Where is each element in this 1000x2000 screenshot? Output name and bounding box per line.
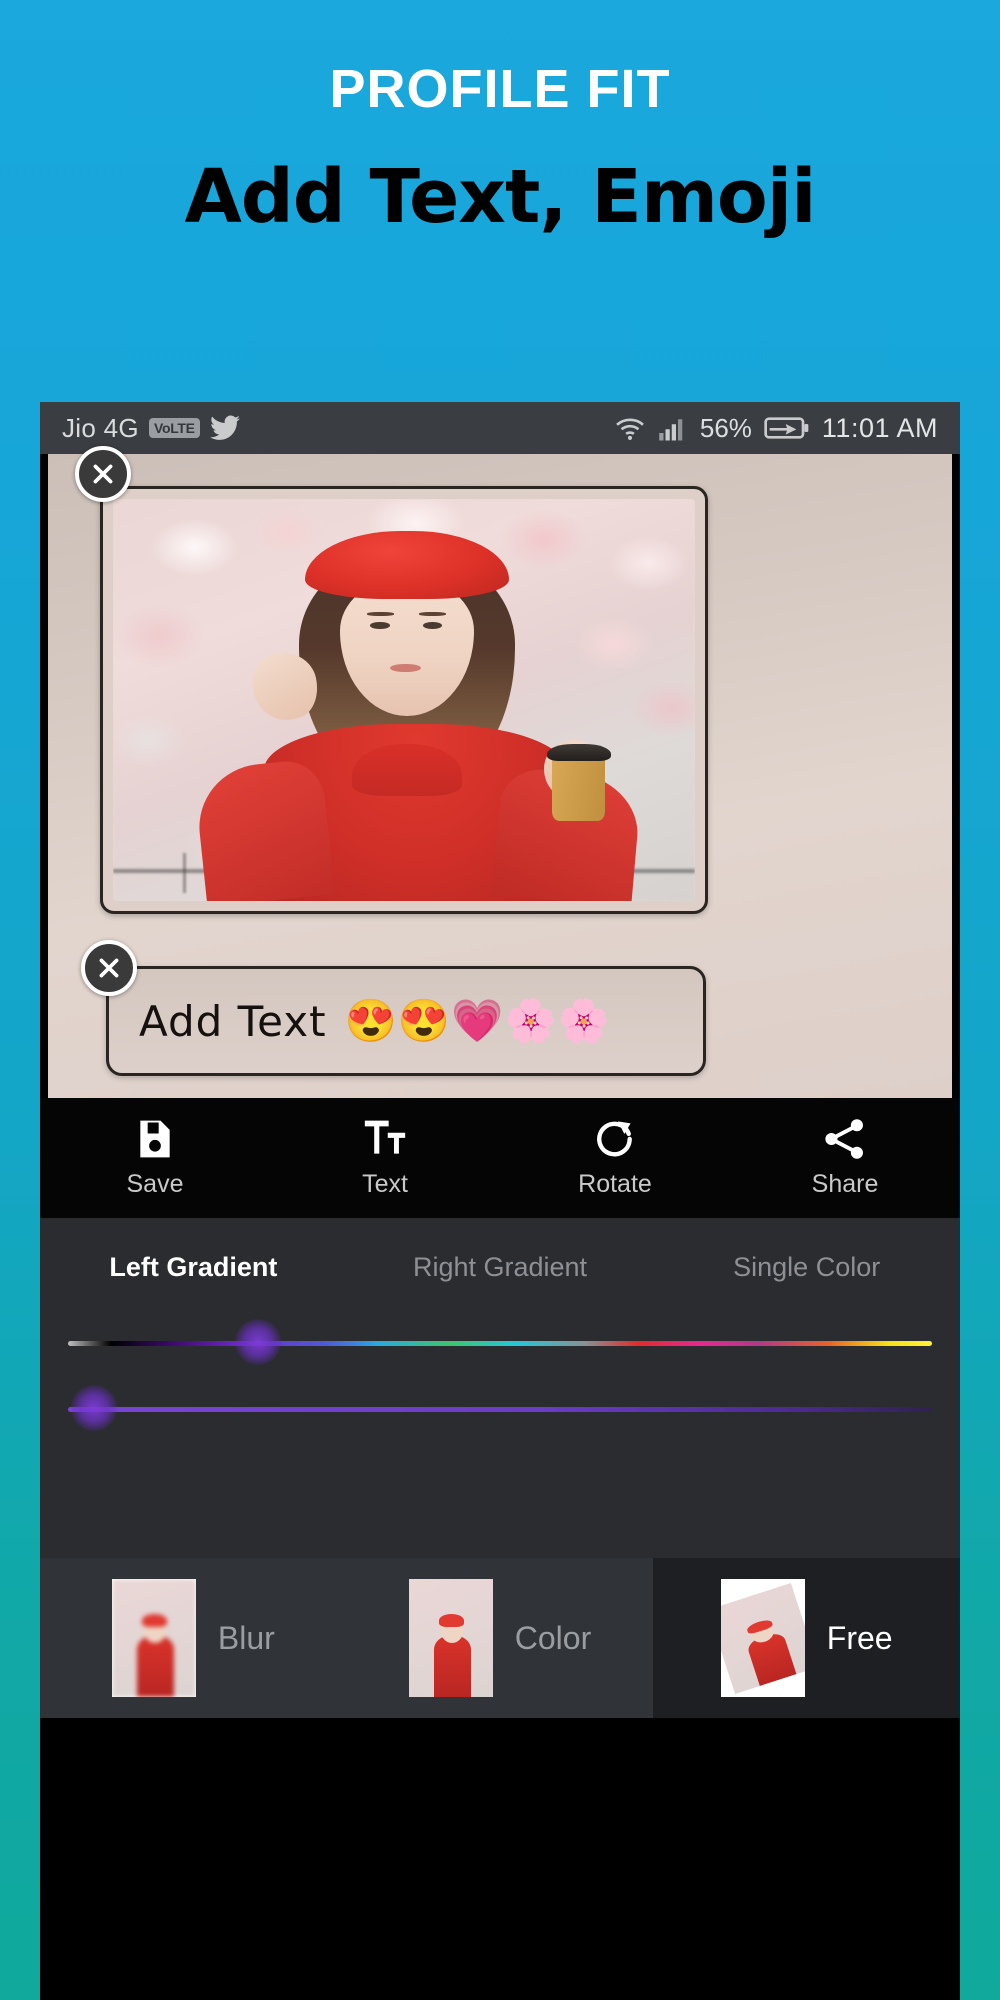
mode-free[interactable]: Free [653,1558,960,1718]
mode-free-label: Free [826,1619,893,1656]
text-sticker-label: Add Text [139,996,327,1046]
text-label: Text [362,1170,408,1198]
promo-title: PROFILE FIT [329,59,671,119]
gradient-panel: Left Gradient Right Gradient Single Colo… [40,1218,960,1558]
battery-percent-label: 56% [699,412,752,443]
mode-strip: Blur Color Free [40,1558,960,1718]
carrier-label: Jio 4G [62,412,139,443]
promo-subtitle: Add Text, Emoji [184,154,816,240]
action-toolbar: Save Text Rotate Share [40,1098,960,1218]
share-label: Share [811,1170,879,1198]
status-bar-left: Jio 4G VoLTE [62,413,614,444]
status-bar: Jio 4G VoLTE 56% 11:01 AM [40,402,960,454]
tab-right-gradient[interactable]: Right Gradient [347,1252,654,1283]
save-label: Save [126,1170,184,1198]
color-thumbnail [408,1579,493,1697]
rotate-button[interactable]: Rotate [500,1098,730,1218]
hue-slider-track [68,1341,932,1346]
free-thumbnail [720,1579,805,1697]
mode-color-label: Color [514,1619,592,1656]
intensity-slider[interactable] [68,1385,932,1431]
status-bar-right: 56% 11:01 AM [614,413,938,444]
rotate-cw-icon [597,1121,632,1157]
text-tt-icon [364,1120,406,1154]
battery-charging-icon [764,416,810,440]
text-button[interactable]: Text [270,1098,500,1218]
hue-slider[interactable] [68,1319,932,1365]
save-floppy-icon [140,1120,170,1158]
volte-badge: VoLTE [148,418,200,438]
clock-label: 11:01 AM [821,412,938,443]
emoji-row: 😍😍💗🌸🌸 [344,996,612,1044]
mode-blur-label: Blur [217,1619,275,1656]
editor-canvas[interactable]: Add Text 😍😍💗🌸🌸 [48,446,952,1098]
gradient-tabs: Left Gradient Right Gradient Single Colo… [40,1218,960,1283]
tab-single-color[interactable]: Single Color [653,1252,960,1283]
share-nodes-icon [825,1119,863,1159]
mode-blur[interactable]: Blur [40,1558,347,1718]
signal-bars-icon [658,415,688,441]
tab-left-gradient[interactable]: Left Gradient [40,1252,347,1283]
hue-slider-thumb[interactable] [235,1319,282,1365]
rotate-label: Rotate [578,1170,652,1198]
mode-color[interactable]: Color [346,1558,654,1718]
promo-header: PROFILE FIT Add Text, Emoji [0,0,1000,234]
close-icon [93,464,113,484]
blur-thumbnail [111,1579,196,1697]
twitter-icon [209,415,240,441]
wifi-icon [614,415,646,441]
intensity-slider-track [68,1407,932,1412]
intensity-slider-thumb[interactable] [70,1385,117,1431]
phone-screenshot: Jio 4G VoLTE 56% 11:01 AM Add Text 😍😍💗🌸🌸… [40,402,960,2000]
save-button[interactable]: Save [40,1098,270,1218]
close-icon [99,958,119,978]
share-button[interactable]: Share [730,1098,960,1218]
photo-close-button[interactable] [75,446,131,502]
text-sticker[interactable]: Add Text 😍😍💗🌸🌸 [106,966,706,1076]
photo-image [113,499,695,901]
text-close-button[interactable] [81,940,137,996]
photo-sticker[interactable] [100,486,708,914]
